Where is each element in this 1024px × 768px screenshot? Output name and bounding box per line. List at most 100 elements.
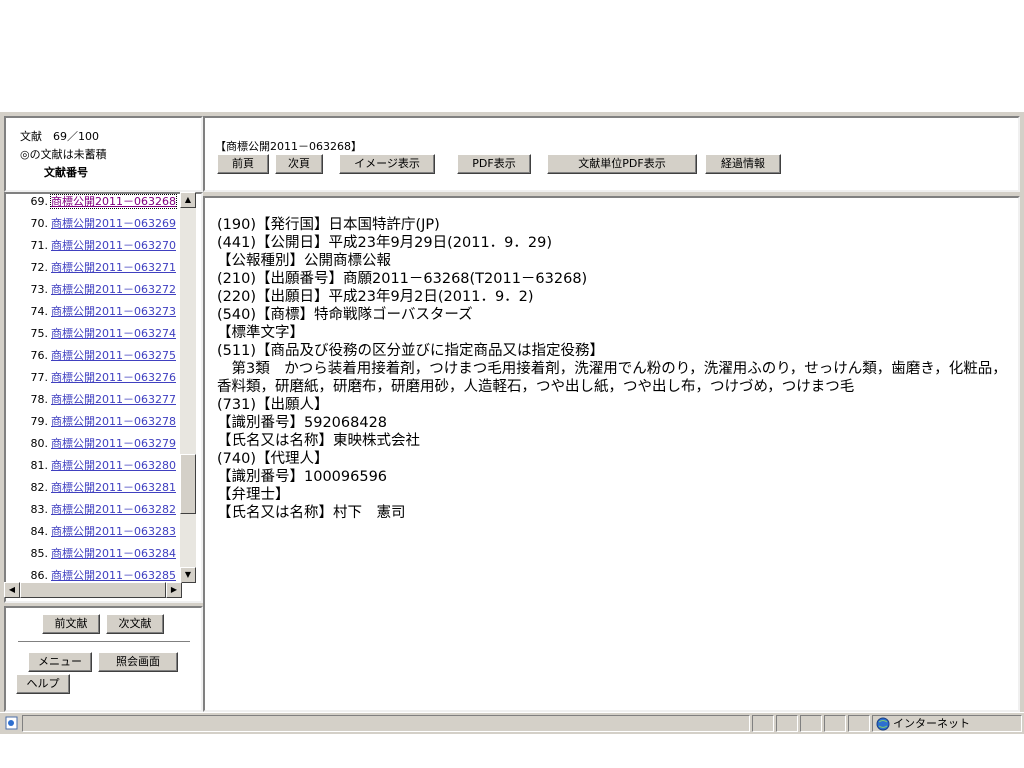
help-button[interactable]: ヘルプ <box>16 674 70 694</box>
list-item[interactable]: 79. 商標公開2011－063278 <box>4 414 177 436</box>
list-item-link[interactable]: 商標公開2011－063272 <box>51 283 176 296</box>
next-doc-button[interactable]: 次文献 <box>106 614 164 634</box>
list-item[interactable]: 69. 商標公開2011－063268 <box>4 194 177 216</box>
menu-button[interactable]: メニュー <box>28 652 92 672</box>
document-line: (740)【代理人】 <box>217 451 329 467</box>
document-line: (220)【出願日】平成23年9月2日(2011．9．2) <box>217 289 534 305</box>
list-item-number: 81. <box>30 459 49 472</box>
nav-divider <box>18 641 190 643</box>
internet-zone-label: インターネット <box>893 717 970 730</box>
list-item-link[interactable]: 商標公開2011－063274 <box>51 327 176 340</box>
document-line: 【氏名又は名称】村下 憲司 <box>217 505 406 521</box>
list-item-link[interactable]: 商標公開2011－063279 <box>51 437 176 450</box>
document-line: (190)【発行国】日本国特許庁(JP) <box>217 217 440 233</box>
list-item-number: 72. <box>30 261 49 274</box>
list-item-number: 80. <box>30 437 49 450</box>
list-item[interactable]: 81. 商標公開2011－063280 <box>4 458 177 480</box>
list-item[interactable]: 83. 商標公開2011－063282 <box>4 502 177 524</box>
doc-title: 【商標公開2011－063268】 <box>215 140 362 153</box>
document-line: (540)【商標】特命戦隊ゴーバスターズ <box>217 307 473 323</box>
list-item[interactable]: 75. 商標公開2011－063274 <box>4 326 177 348</box>
history-button[interactable]: 経過情報 <box>705 154 781 174</box>
document-line: (210)【出願番号】商願2011－63268(T2011－63268) <box>217 271 588 287</box>
document-line: 【標準文字】 <box>217 325 304 341</box>
list-horizontal-scrollbar[interactable]: ◀ ▶ <box>4 582 182 598</box>
list-item-link[interactable]: 商標公開2011－063280 <box>51 459 176 472</box>
doc-count: 文献 69／100 <box>20 130 99 143</box>
status-box-1 <box>752 715 774 732</box>
document-line: (441)【公開日】平成23年9月29日(2011．9．29) <box>217 235 553 251</box>
list-item-link[interactable]: 商標公開2011－063281 <box>51 481 176 494</box>
list-item-link[interactable]: 商標公開2011－063269 <box>51 217 176 230</box>
globe-icon <box>876 717 890 735</box>
list-item-number: 73. <box>30 283 49 296</box>
document-line: 【氏名又は名称】東映株式会社 <box>217 433 420 449</box>
list-item-number: 75. <box>30 327 49 340</box>
scroll-up-arrow-icon[interactable]: ▲ <box>180 192 196 208</box>
unstored-note: ◎の文献は未蓄積 <box>20 148 107 161</box>
doc-pdf-view-button[interactable]: 文献単位PDF表示 <box>547 154 697 174</box>
document-line: (731)【出願人】 <box>217 397 329 413</box>
list-item-link[interactable]: 商標公開2011－063285 <box>51 569 176 582</box>
document-line: 【識別番号】100096596 <box>217 469 388 485</box>
list-item-link[interactable]: 商標公開2011－063275 <box>51 349 176 362</box>
list-item-number: 77. <box>30 371 49 384</box>
scroll-down-arrow-icon[interactable]: ▼ <box>180 567 196 583</box>
status-box-3 <box>800 715 822 732</box>
pdf-view-button[interactable]: PDF表示 <box>457 154 531 174</box>
page-icon <box>4 716 20 730</box>
list-item-link[interactable]: 商標公開2011－063277 <box>51 393 176 406</box>
prev-doc-button[interactable]: 前文献 <box>42 614 100 634</box>
scroll-right-arrow-icon[interactable]: ▶ <box>166 582 182 598</box>
list-item-link[interactable]: 商標公開2011－063284 <box>51 547 176 560</box>
list-item-number: 85. <box>30 547 49 560</box>
list-item-link[interactable]: 商標公開2011－063271 <box>51 261 176 274</box>
doc-list: 69. 商標公開2011－063268 70. 商標公開2011－063269 71. 商… <box>4 192 200 600</box>
status-bar: インターネット <box>0 712 1024 734</box>
list-item[interactable]: 78. 商標公開2011－063277 <box>4 392 177 414</box>
list-item[interactable]: 84. 商標公開2011－063283 <box>4 524 177 546</box>
list-item[interactable]: 74. 商標公開2011－063273 <box>4 304 177 326</box>
list-item[interactable]: 77. 商標公開2011－063276 <box>4 370 177 392</box>
list-item-link[interactable]: 商標公開2011－063276 <box>51 371 176 384</box>
prev-page-button[interactable]: 前頁 <box>217 154 269 174</box>
list-vertical-scrollbar[interactable]: ▲ ▼ <box>180 192 196 583</box>
list-item-number: 71. <box>30 239 49 252</box>
document-line: 【識別番号】592068428 <box>217 415 388 431</box>
document-frame: (190)【発行国】日本国特許庁(JP) (441)【公開日】平成23年9月29日… <box>203 196 1020 712</box>
document-line: 【公報種別】公開商標公報 <box>217 253 391 269</box>
next-page-button[interactable]: 次頁 <box>275 154 323 174</box>
document-line: 第3類 かつら装着用接着剤，つけまつ毛用接着剤，洗濯用でん粉のり，洗濯用ふのり，… <box>217 361 1007 395</box>
list-item-link[interactable]: 商標公開2011－063268 <box>50 194 177 209</box>
image-view-button[interactable]: イメージ表示 <box>339 154 435 174</box>
zone-box: インターネット <box>872 715 1022 732</box>
list-item-link[interactable]: 商標公開2011－063273 <box>51 305 176 318</box>
status-text-box <box>22 715 750 732</box>
list-item[interactable]: 80. 商標公開2011－063279 <box>4 436 177 458</box>
list-item[interactable]: 73. 商標公開2011－063272 <box>4 282 177 304</box>
list-item[interactable]: 82. 商標公開2011－063281 <box>4 480 177 502</box>
list-item-number: 69. <box>30 195 49 208</box>
list-item[interactable]: 70. 商標公開2011－063269 <box>4 216 177 238</box>
status-box-2 <box>776 715 798 732</box>
list-item-number: 82. <box>30 481 49 494</box>
document-line: (511)【商品及び役務の区分並びに指定商品又は指定役務】 <box>217 343 604 359</box>
list-item-link[interactable]: 商標公開2011－063270 <box>51 239 176 252</box>
list-item[interactable]: 71. 商標公開2011－063270 <box>4 238 177 260</box>
list-item[interactable]: 72. 商標公開2011－063271 <box>4 260 177 282</box>
list-item-number: 83. <box>30 503 49 516</box>
list-item-link[interactable]: 商標公開2011－063282 <box>51 503 176 516</box>
scroll-left-arrow-icon[interactable]: ◀ <box>4 582 20 598</box>
list-item[interactable]: 76. 商標公開2011－063275 <box>4 348 177 370</box>
horizontal-scroll-thumb[interactable] <box>20 582 166 598</box>
list-item[interactable]: 85. 商標公開2011－063284 <box>4 546 177 568</box>
doc-number-label: 文献番号 <box>44 166 88 179</box>
info-frame: 文献 69／100 ◎の文献は未蓄積 文献番号 <box>4 116 203 192</box>
list-item-link[interactable]: 商標公開2011－063283 <box>51 525 176 538</box>
status-box-4 <box>824 715 846 732</box>
list-item-number: 74. <box>30 305 49 318</box>
list-item-link[interactable]: 商標公開2011－063278 <box>51 415 176 428</box>
browser-frameset: 文献 69／100 ◎の文献は未蓄積 文献番号 【商標公開2011－063268… <box>0 112 1024 739</box>
vertical-scroll-thumb[interactable] <box>180 454 196 514</box>
inquiry-screen-button[interactable]: 照会画面 <box>98 652 178 672</box>
